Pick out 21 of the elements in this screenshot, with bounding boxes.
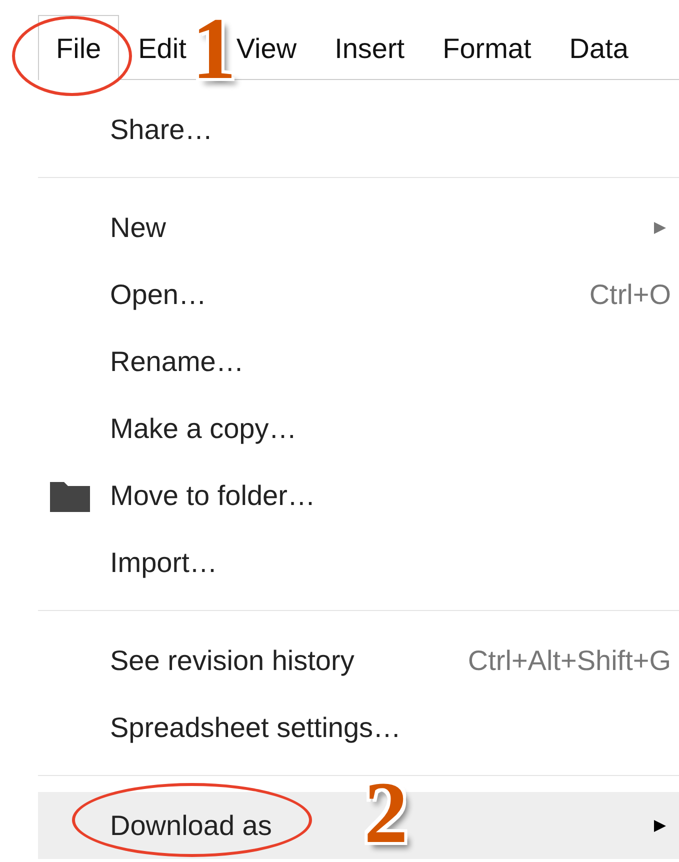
shortcut-text: Ctrl+Alt+Shift+G <box>468 644 671 676</box>
menu-tab[interactable]: File <box>38 15 120 80</box>
step-number: 1 <box>192 6 236 94</box>
menu-item[interactable]: Download as <box>110 810 272 840</box>
menu-item[interactable]: Rename… <box>110 346 244 376</box>
menu-item[interactable]: Import… <box>110 546 218 578</box>
menu-tab[interactable]: Data <box>568 15 630 79</box>
menu-item[interactable]: Share… <box>110 114 213 144</box>
menu-tab[interactable]: Insert <box>334 15 406 79</box>
menu-tab[interactable]: Format <box>442 15 532 79</box>
menu-tab[interactable]: View <box>235 15 298 79</box>
menu-item[interactable]: Make a copy… <box>110 412 297 444</box>
step-number: 2 <box>364 770 408 858</box>
menu-item[interactable]: Open… <box>110 278 206 310</box>
shortcut-text: Ctrl+O <box>589 278 671 310</box>
menu-tab[interactable]: Edit <box>137 15 188 79</box>
folder-icon <box>50 480 90 512</box>
menu-item[interactable]: New <box>110 212 166 242</box>
menu-item[interactable]: Move to folder… <box>110 480 316 510</box>
menu-item[interactable]: See revision history <box>110 644 354 676</box>
menu-item[interactable]: Spreadsheet settings… <box>110 712 402 742</box>
